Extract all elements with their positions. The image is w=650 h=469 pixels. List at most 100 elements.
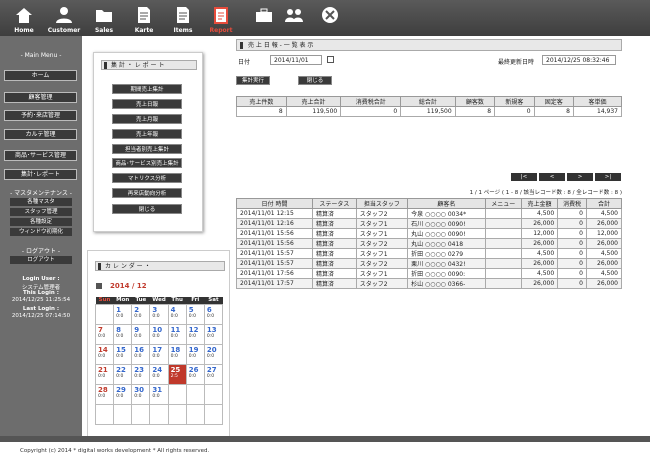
calendar-day [203, 403, 224, 425]
calendar-day[interactable]: 17 0:0 [149, 343, 169, 365]
prev-page-button[interactable]: < [539, 173, 565, 181]
table-cell: 折田 ○○○○ 0279 [407, 248, 486, 259]
calendar-day[interactable]: 20 0:0 [203, 343, 224, 365]
nav-customer[interactable]: Customer [44, 0, 84, 36]
table-row[interactable]: 2014/11/01 17:57 精算済 スタッフ2 杉山 ○○○○ 0366- 26,… [236, 278, 623, 289]
calendar-day[interactable]: 19 0:0 [185, 343, 205, 365]
date-input[interactable]: 2014/11/01 [270, 55, 322, 65]
calendar-day[interactable]: 1 0:0 [113, 303, 133, 325]
calendar-day[interactable]: 23 0:0 [131, 363, 151, 385]
list-header[interactable]: 売上金額 [520, 198, 559, 209]
close-button[interactable]: 閉じる [298, 76, 332, 85]
report-button-7[interactable]: 再来店動向分析 [112, 188, 182, 198]
day-count: 0:0 [206, 353, 215, 359]
table-cell: 杉山 ○○○○ 0366- [407, 278, 486, 289]
table-row[interactable]: 2014/11/01 17:56 精算済 スタッフ1 折田 ○○○○ 0090: 4,5… [236, 268, 623, 279]
table-cell: 2014/11/01 12:15 [236, 208, 313, 219]
calendar-day[interactable]: 31 0:0 [149, 383, 169, 405]
report-button-0[interactable]: 期間売上集計 [112, 84, 182, 94]
calendar-day[interactable]: 2 0:0 [131, 303, 151, 325]
table-row[interactable]: 2014/11/01 12:16 精算済 スタッフ1 石川 ○○○○ 0090! 26,… [236, 218, 623, 229]
report-button-3[interactable]: 売上年報 [112, 129, 182, 139]
table-row[interactable]: 2014/11/01 12:15 精算済 スタッフ2 今泉 ○○○○ 0034* 4,5… [236, 208, 623, 219]
nav-items[interactable]: Items [163, 0, 203, 36]
calendar-day[interactable]: 25 2:5 [167, 363, 187, 385]
calendar-day[interactable]: 24 0:0 [149, 363, 169, 385]
list-header[interactable]: 担当スタッフ [355, 198, 409, 209]
day-number: 20 [206, 345, 217, 354]
this-login-label: This Login : [23, 290, 59, 296]
nav-sales[interactable]: Sales [84, 0, 124, 36]
calendar-icon[interactable] [96, 283, 102, 289]
sidebar-item-home[interactable]: ホーム [4, 70, 77, 81]
list-header[interactable]: 消費税 [557, 198, 587, 209]
list-header[interactable]: 日付 時間 [236, 198, 313, 209]
run-aggregation-button[interactable]: 集計実行 [236, 76, 270, 85]
summary-header: 売上件数 [236, 96, 287, 107]
sidebar-item-products[interactable]: 商品･サービス管理 [4, 150, 77, 161]
calendar-day[interactable]: 6 0:0 [203, 303, 224, 325]
list-header[interactable]: ステータス [312, 198, 357, 209]
calendar-day[interactable]: 15 0:0 [113, 343, 133, 365]
summary-value: 119,500 [400, 106, 456, 117]
nav-home[interactable]: Home [4, 0, 44, 36]
calendar-day[interactable]: 3 0:0 [149, 303, 169, 325]
first-page-button[interactable]: |< [511, 173, 537, 181]
summary-value: 119,500 [285, 106, 342, 117]
calendar-day[interactable]: 11 0:0 [167, 323, 187, 345]
sidebar-item-window-reset[interactable]: ウィンドウ初期化 [10, 228, 72, 236]
table-row[interactable]: 2014/11/01 15:57 精算済 スタッフ2 栗川 ○○○○ 0432! 26,… [236, 258, 623, 269]
calendar-day[interactable]: 28 0:0 [94, 383, 115, 405]
sidebar-item-customers[interactable]: 顧客管理 [4, 92, 77, 103]
nav-label: Report [209, 27, 233, 34]
summary-header: 固定客 [533, 96, 574, 107]
calendar-day[interactable]: 9 0:0 [131, 323, 151, 345]
calendar-day[interactable]: 16 0:0 [131, 343, 151, 365]
calendar-day[interactable]: 18 0:0 [167, 343, 187, 365]
calendar-day[interactable]: 12 0:0 [185, 323, 205, 345]
calendar-day[interactable]: 30 0:0 [131, 383, 151, 405]
table-cell: 精算済 [312, 258, 357, 269]
calendar-day[interactable]: 4 0:0 [167, 303, 187, 325]
report-button-4[interactable]: 担当者別売上集計 [112, 144, 182, 154]
next-page-button[interactable]: > [567, 173, 593, 181]
nav-group[interactable] [274, 0, 314, 36]
calendar-day[interactable]: 26 0:0 [185, 363, 205, 385]
logout-button[interactable]: ログアウト [10, 256, 72, 264]
table-row[interactable]: 2014/11/01 15:57 精算済 スタッフ1 折田 ○○○○ 0279 4,50… [236, 248, 623, 259]
page-info: 1 / 1 ページ ( 1 - 8 / 該当レコード数 : 8 / 全レコード数… [469, 190, 622, 196]
table-cell: 0 [557, 258, 587, 269]
calendar-day[interactable]: 22 0:0 [113, 363, 133, 385]
calendar-day[interactable]: 7 0:0 [94, 323, 115, 345]
calendar-day[interactable]: 10 0:0 [149, 323, 169, 345]
list-header[interactable]: メニュー [484, 198, 522, 209]
calendar-day[interactable]: 5 0:0 [185, 303, 205, 325]
calendar-day[interactable]: 8 0:0 [113, 323, 133, 345]
sidebar-item-masters[interactable]: 各種マスタ [10, 198, 72, 206]
day-number: 21 [98, 365, 108, 374]
report-button-5[interactable]: 商品･サービス別売上集計 [112, 158, 182, 168]
table-row[interactable]: 2014/11/01 15:56 精算済 スタッフ2 丸山 ○○○○ 0418 26,0… [236, 238, 623, 249]
report-button-6[interactable]: マトリクス分析 [112, 173, 182, 183]
sidebar-item-karte[interactable]: カルテ管理 [4, 129, 77, 140]
nav-karte[interactable]: Karte [124, 0, 164, 36]
list-header[interactable]: 顧客名 [407, 198, 486, 209]
report-button-1[interactable]: 売上日報 [112, 99, 182, 109]
report-button-2[interactable]: 売上月報 [112, 114, 182, 124]
last-page-button[interactable]: >| [595, 173, 621, 181]
calendar-day[interactable]: 13 0:0 [203, 323, 224, 345]
sidebar-item-reservations[interactable]: 予約･来店管理 [4, 110, 77, 121]
nav-report[interactable]: Report [201, 0, 241, 36]
sidebar-item-staff[interactable]: スタッフ管理 [10, 208, 72, 216]
calendar-day[interactable]: 27 0:0 [203, 363, 224, 385]
nav-close-circle[interactable] [310, 0, 350, 36]
calendar-day[interactable]: 29 0:0 [113, 383, 133, 405]
table-row[interactable]: 2014/11/01 15:56 精算済 スタッフ1 丸山 ○○○○ 0090! 12,… [236, 228, 623, 239]
calendar-picker-icon[interactable] [327, 56, 334, 63]
list-header[interactable]: 合計 [585, 198, 623, 209]
calendar-day[interactable]: 14 0:0 [94, 343, 115, 365]
report-button-8[interactable]: 閉じる [112, 204, 182, 214]
calendar-day[interactable]: 21 0:0 [94, 363, 115, 385]
sidebar-item-reports[interactable]: 集計･レポート [4, 169, 77, 180]
sidebar-item-settings[interactable]: 各種設定 [10, 218, 72, 226]
